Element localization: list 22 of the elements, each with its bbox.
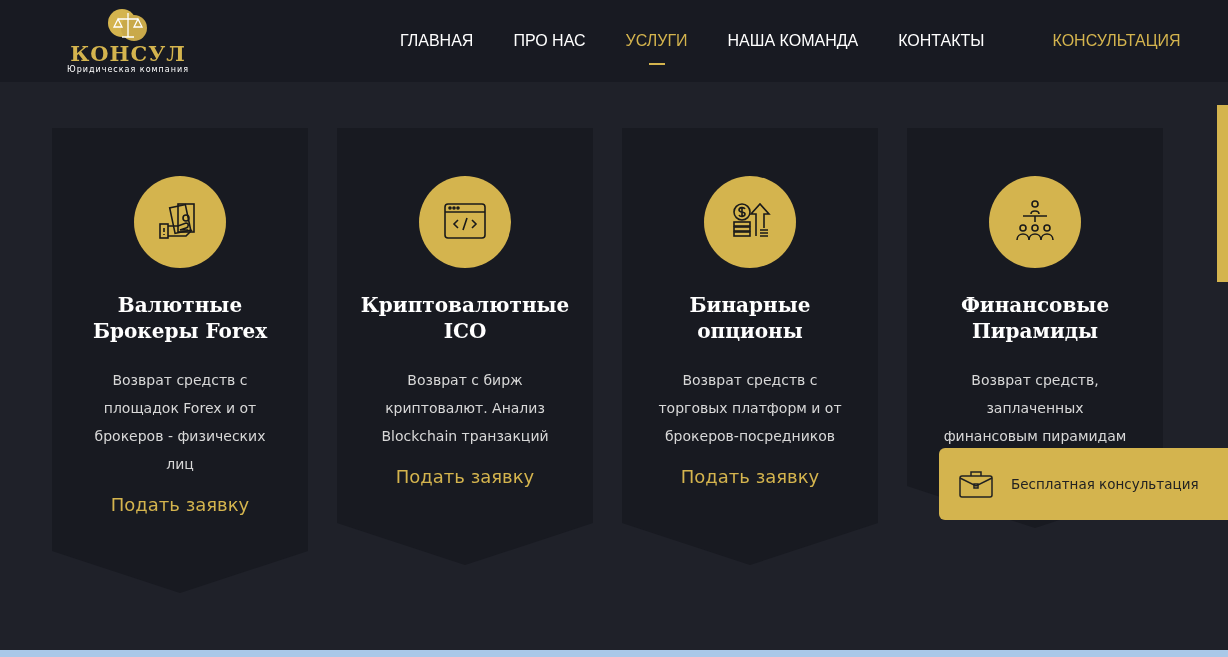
nav-link[interactable]: УСЛУГИ (605, 16, 708, 66)
nav-link[interactable]: НАША КОМАНДА (707, 16, 879, 66)
service-title: Финансовые Пирамиды (959, 292, 1111, 344)
service-title: Валютные Брокеры Forex (91, 292, 269, 344)
logo-tagline: Юридическая компания (67, 64, 189, 74)
apply-link[interactable]: Подать заявку (395, 466, 535, 487)
service-description: Возврат средств, заплаченных финансовым пирамидам (942, 371, 1128, 446)
nav-link[interactable]: ПРО НАС (493, 16, 606, 66)
briefcase-icon (959, 470, 993, 498)
service-description: Возврат с бирж криптовалют. Анализ Blockchain транзакций (380, 371, 550, 446)
service-title: Криптовалютные ICO (359, 292, 571, 344)
consultation-link[interactable]: КОНСУЛЬТАЦИЯ (1052, 32, 1181, 50)
service-description: Возврат средств с торговых платформ и от брокеров-посредников (657, 371, 843, 446)
apply-link[interactable]: Подать заявку (680, 466, 820, 487)
nav-link[interactable]: ГЛАВНАЯ (380, 16, 494, 66)
scrollbar-thumb[interactable] (1217, 105, 1228, 282)
free-consultation-button[interactable]: Бесплатная консультация (939, 448, 1228, 520)
nav-link[interactable]: КОНТАКТЫ (878, 16, 1005, 66)
service-title: Бинарные опционы (688, 292, 812, 344)
service-description: Возврат средств с площадок Forex и от брокеров - физических лиц (93, 371, 267, 474)
apply-link[interactable]: Подать заявку (110, 494, 250, 515)
logo-name: КОНСУЛ (70, 42, 186, 65)
